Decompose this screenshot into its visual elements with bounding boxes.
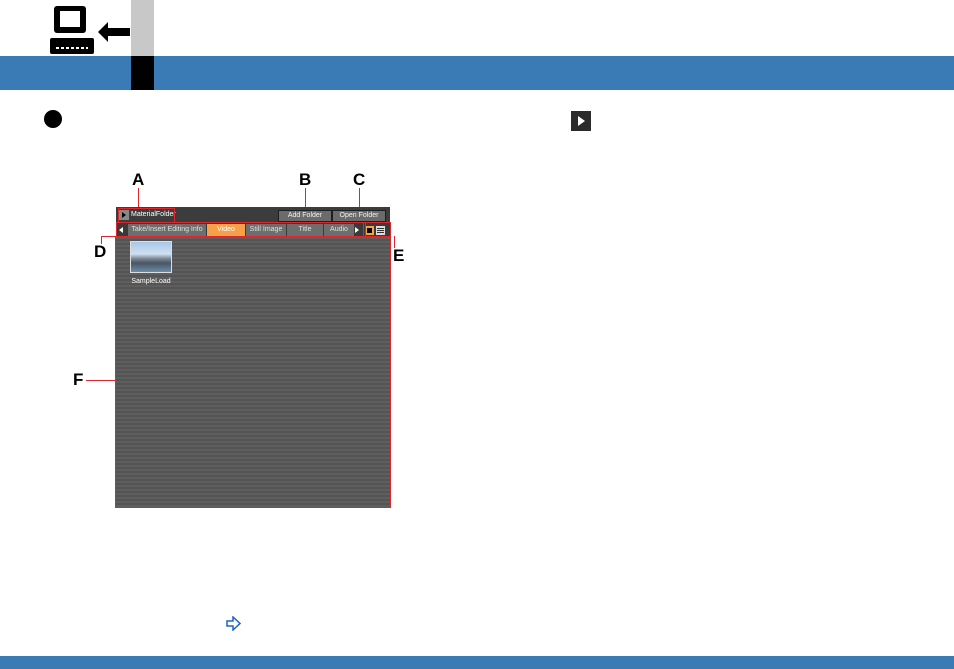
play-square-icon bbox=[571, 111, 591, 131]
highlight-a-folder-view bbox=[118, 208, 175, 223]
leader-line-d bbox=[101, 236, 102, 244]
callout-c: C bbox=[353, 170, 366, 189]
leader-line-a bbox=[138, 188, 139, 208]
highlight-f-clip-view bbox=[115, 236, 391, 508]
callout-e: E bbox=[393, 246, 405, 265]
section-tab-gray bbox=[131, 0, 154, 56]
footer-band bbox=[0, 656, 954, 669]
add-folder-button[interactable]: Add Folder bbox=[278, 210, 332, 222]
callout-a: A bbox=[132, 170, 145, 189]
link-arrow-icon[interactable] bbox=[226, 616, 241, 631]
leader-line-e bbox=[394, 236, 395, 248]
callout-f: F bbox=[73, 370, 84, 389]
callout-b: B bbox=[299, 170, 312, 189]
bullet-icon bbox=[44, 110, 62, 128]
section-tab-black bbox=[131, 56, 154, 90]
computer-input-icon bbox=[50, 6, 130, 54]
callout-d: D bbox=[94, 242, 107, 261]
leader-line-f bbox=[86, 380, 116, 381]
open-folder-button[interactable]: Open Folder bbox=[332, 210, 386, 222]
